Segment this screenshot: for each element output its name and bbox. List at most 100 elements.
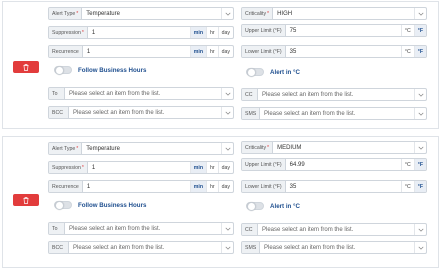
suppression-field[interactable]: Suppression * 1 min hr day <box>48 26 234 39</box>
field-label: Upper Limit (°F) <box>242 25 286 36</box>
field-label: Criticality * <box>242 142 274 153</box>
unit-min-button[interactable]: min <box>189 27 206 38</box>
upper-limit-input[interactable]: 75 <box>286 25 401 36</box>
field-label: CC <box>242 224 258 235</box>
chevron-down-icon[interactable] <box>414 108 426 119</box>
chevron-down-icon[interactable] <box>414 89 426 100</box>
suppression-field[interactable]: Suppression * 1 min hr day <box>48 161 234 174</box>
recurrence-field[interactable]: Recurrence 1 min hr day <box>48 180 234 193</box>
sms-placeholder: Please select an item from the list. <box>264 244 356 251</box>
unit-fahrenheit-button[interactable]: °F <box>413 46 426 57</box>
unit-day-button[interactable]: day <box>217 46 233 57</box>
bcc-select[interactable]: BCC Please select an item from the list. <box>48 241 234 254</box>
unit-day-button[interactable]: day <box>217 181 233 192</box>
alert-type-value: Temperature <box>86 10 120 17</box>
unit-day-button[interactable]: day <box>217 162 233 173</box>
field-label: To <box>49 223 65 234</box>
suppression-input[interactable]: 1 <box>88 162 190 173</box>
field-label: Recurrence <box>49 46 83 57</box>
bcc-select[interactable]: BCC Please select an item from the list. <box>48 106 234 119</box>
unit-celsius-button[interactable]: °C <box>400 159 414 170</box>
cc-placeholder: Please select an item from the list. <box>262 226 354 233</box>
alert-in-celsius-label: Alert in °C <box>270 69 300 76</box>
to-placeholder: Please select an item from the list. <box>69 225 161 232</box>
lower-limit-input[interactable]: 35 <box>286 181 401 192</box>
chevron-down-icon[interactable] <box>221 8 233 19</box>
field-label: Alert Type * <box>49 8 83 19</box>
to-select[interactable]: To Please select an item from the list. <box>48 87 234 100</box>
delete-alert-button[interactable] <box>13 194 39 206</box>
field-label: Criticality * <box>242 8 274 19</box>
unit-hr-button[interactable]: hr <box>206 27 218 38</box>
field-label: SMS <box>242 242 260 253</box>
upper-limit-input[interactable]: 64.99 <box>286 159 401 170</box>
alert-type-select[interactable]: Alert Type * Temperature <box>48 7 234 20</box>
upper-limit-field[interactable]: Upper Limit (°F) 75 °C °F <box>241 24 427 37</box>
chevron-down-icon[interactable] <box>221 107 233 118</box>
unit-hr-button[interactable]: hr <box>206 162 218 173</box>
upper-limit-field[interactable]: Upper Limit (°F) 64.99 °C °F <box>241 158 427 171</box>
field-label: Lower Limit (°F) <box>242 181 286 192</box>
suppression-input[interactable]: 1 <box>88 27 190 38</box>
recurrence-input[interactable]: 1 <box>83 46 190 57</box>
field-label: BCC <box>49 107 69 118</box>
to-placeholder: Please select an item from the list. <box>69 90 161 97</box>
recurrence-field[interactable]: Recurrence 1 min hr day <box>48 45 234 58</box>
criticality-value: MEDIUM <box>277 144 302 151</box>
criticality-select[interactable]: Criticality * HIGH <box>241 7 427 20</box>
bcc-placeholder: Please select an item from the list. <box>73 109 165 116</box>
sms-select[interactable]: SMS Please select an item from the list. <box>241 107 427 120</box>
chevron-down-icon[interactable] <box>414 142 426 153</box>
unit-min-button[interactable]: min <box>189 46 206 57</box>
trash-icon <box>23 63 29 71</box>
cc-placeholder: Please select an item from the list. <box>262 91 354 98</box>
alert-type-select[interactable]: Alert Type * Temperature <box>48 142 234 155</box>
unit-fahrenheit-button[interactable]: °F <box>413 159 426 170</box>
unit-fahrenheit-button[interactable]: °F <box>413 25 426 36</box>
field-label: To <box>49 88 65 99</box>
lower-limit-input[interactable]: 35 <box>286 46 401 57</box>
unit-hr-button[interactable]: hr <box>206 46 218 57</box>
field-label: Alert Type * <box>49 143 83 154</box>
chevron-down-icon[interactable] <box>221 223 233 234</box>
field-label: Suppression * <box>49 27 88 38</box>
unit-hr-button[interactable]: hr <box>206 181 218 192</box>
alert-in-celsius-label: Alert in °C <box>270 203 300 210</box>
sms-placeholder: Please select an item from the list. <box>264 110 356 117</box>
lower-limit-field[interactable]: Lower Limit (°F) 35 °C °F <box>241 45 427 58</box>
unit-celsius-button[interactable]: °C <box>400 46 414 57</box>
chevron-down-icon[interactable] <box>414 242 426 253</box>
field-label: Upper Limit (°F) <box>242 159 286 170</box>
unit-celsius-button[interactable]: °C <box>400 181 414 192</box>
alert-in-celsius-toggle[interactable] <box>246 202 264 211</box>
follow-business-hours-toggle[interactable] <box>54 66 72 75</box>
chevron-down-icon[interactable] <box>221 88 233 99</box>
chevron-down-icon[interactable] <box>414 8 426 19</box>
sms-select[interactable]: SMS Please select an item from the list. <box>241 241 427 254</box>
field-label: Recurrence <box>49 181 83 192</box>
unit-day-button[interactable]: day <box>217 27 233 38</box>
recurrence-input[interactable]: 1 <box>83 181 190 192</box>
alert-in-celsius-toggle[interactable] <box>246 68 264 77</box>
unit-fahrenheit-button[interactable]: °F <box>413 181 426 192</box>
field-label: BCC <box>49 242 69 253</box>
unit-min-button[interactable]: min <box>189 181 206 192</box>
unit-min-button[interactable]: min <box>189 162 206 173</box>
field-label: SMS <box>242 108 260 119</box>
delete-alert-button[interactable] <box>13 61 39 73</box>
bcc-placeholder: Please select an item from the list. <box>73 244 165 251</box>
chevron-down-icon[interactable] <box>414 224 426 235</box>
lower-limit-field[interactable]: Lower Limit (°F) 35 °C °F <box>241 180 427 193</box>
to-select[interactable]: To Please select an item from the list. <box>48 222 234 235</box>
criticality-select[interactable]: Criticality * MEDIUM <box>241 141 427 154</box>
follow-business-hours-label: Follow Business Hours <box>78 202 147 209</box>
trash-icon <box>23 196 29 204</box>
follow-business-hours-toggle[interactable] <box>54 201 72 210</box>
chevron-down-icon[interactable] <box>221 143 233 154</box>
field-label: Suppression * <box>49 162 88 173</box>
criticality-value: HIGH <box>277 10 293 17</box>
chevron-down-icon[interactable] <box>221 242 233 253</box>
unit-celsius-button[interactable]: °C <box>400 25 414 36</box>
cc-select[interactable]: CC Please select an item from the list. <box>241 223 427 236</box>
cc-select[interactable]: CC Please select an item from the list. <box>241 88 427 101</box>
